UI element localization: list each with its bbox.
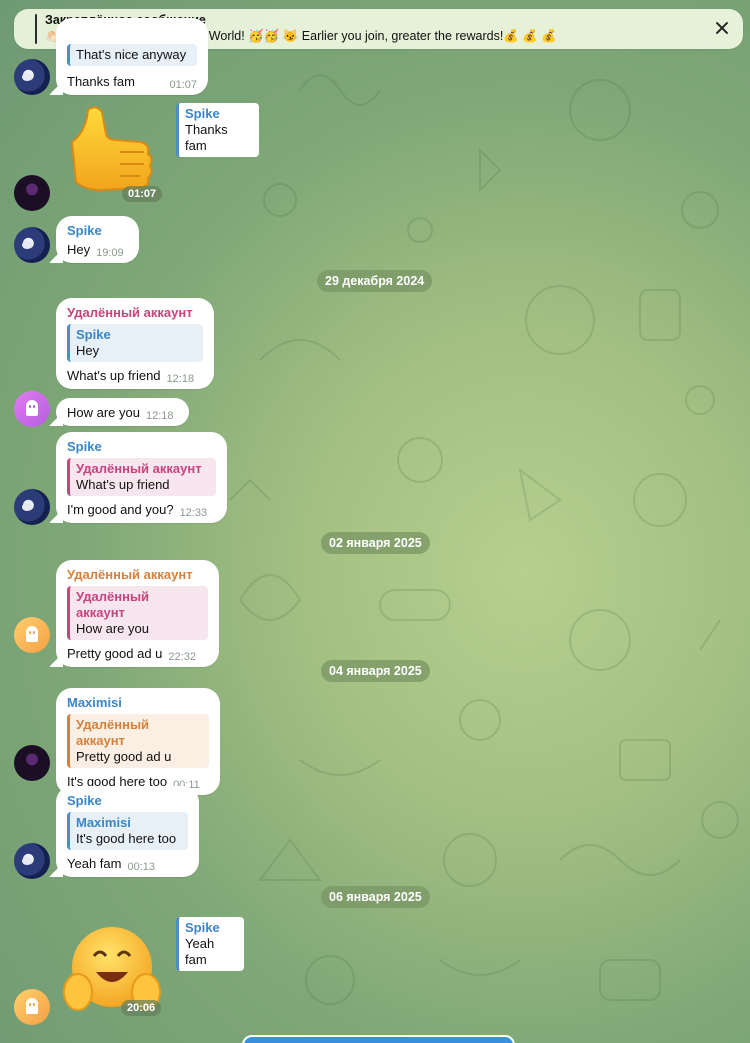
reply-text: It's good here too — [76, 831, 177, 846]
sender-name[interactable]: Удалённый аккаунт — [67, 567, 208, 582]
reply-text: Yeah fam — [185, 936, 215, 967]
reply-text: Pretty good ad u — [76, 749, 172, 764]
ghost-icon — [26, 998, 38, 1014]
message-time: 22:32 — [168, 651, 196, 663]
message-time: 19:09 — [96, 247, 124, 259]
reply-quote[interactable]: Spike Thanks fam — [176, 103, 259, 157]
thumbs-up-icon — [70, 106, 153, 192]
avatar[interactable] — [14, 617, 50, 653]
date-separator: 29 декабря 2024 — [317, 270, 433, 292]
message-text: Thanks fam — [67, 74, 135, 89]
message-text: Hey — [67, 242, 91, 257]
message-time: 12:18 — [145, 410, 174, 422]
sender-name[interactable]: Spike — [67, 793, 188, 808]
date-separator: 06 января 2025 — [321, 886, 430, 908]
reply-sender: Maximisi — [76, 815, 131, 830]
sticker-time: 20:06 — [121, 1000, 162, 1016]
message-text: How are you — [67, 405, 140, 420]
thumbs-up-sticker[interactable] — [58, 102, 158, 194]
reply-text: How are you — [76, 621, 149, 636]
sender-name[interactable]: Spike — [67, 223, 128, 238]
reply-quote[interactable]: Удалённый аккаунт What's up friend — [67, 458, 216, 496]
message-text: Pretty good ad u — [67, 646, 163, 661]
scroll-down-button[interactable] — [242, 1035, 515, 1043]
reply-text: Thanks fam — [185, 122, 228, 153]
sender-name[interactable]: Maximisi — [67, 695, 209, 710]
message-bubble[interactable]: That's nice anyway Thanks fam 01:07 — [56, 18, 208, 95]
date-separator: 04 января 2025 — [321, 660, 430, 682]
date-separator: 02 января 2025 — [321, 532, 430, 554]
message-bubble[interactable]: Spike Maximisi It's good here too Yeah f… — [56, 786, 199, 877]
message-text: Yeah fam — [67, 856, 122, 871]
reply-quote[interactable]: That's nice anyway — [67, 44, 197, 66]
pinned-indicator — [35, 14, 37, 44]
ghost-icon — [26, 400, 38, 416]
reply-text: That's nice anyway — [76, 47, 187, 62]
reply-quote[interactable]: Spike Yeah fam — [176, 917, 244, 971]
message-time: 00:13 — [127, 861, 155, 873]
message-time: 12:18 — [166, 373, 195, 385]
reply-quote[interactable]: Удалённый аккаунт How are you — [67, 586, 208, 640]
reply-sender: Удалённый аккаунт — [76, 717, 150, 748]
avatar[interactable] — [14, 843, 50, 879]
avatar[interactable] — [14, 989, 50, 1025]
sender-name[interactable]: Spike — [67, 439, 216, 454]
reply-text: Hey — [76, 343, 100, 358]
sticker-time: 01:07 — [122, 186, 163, 202]
avatar[interactable] — [14, 391, 50, 427]
reply-sender: Spike — [76, 327, 111, 342]
reply-sender: Удалённый аккаунт — [76, 461, 202, 476]
reply-sender: Spike — [185, 106, 220, 121]
avatar[interactable] — [14, 227, 50, 263]
message-bubble[interactable]: Maximisi Удалённый аккаунт Pretty good a… — [56, 688, 220, 795]
close-icon[interactable] — [714, 20, 730, 36]
message-bubble[interactable]: Удалённый аккаунт Удалённый аккаунт How … — [56, 560, 219, 667]
avatar[interactable] — [14, 745, 50, 781]
message-time: 01:07 — [169, 79, 197, 91]
avatar[interactable] — [14, 175, 50, 211]
message-text: I'm good and you? — [67, 502, 174, 517]
message-time: 12:33 — [179, 507, 208, 519]
sender-name[interactable]: Удалённый аккаунт — [67, 305, 203, 320]
message-bubble[interactable]: Удалённый аккаунт Spike Hey What's up fr… — [56, 298, 214, 389]
reply-text: What's up friend — [76, 477, 170, 492]
message-bubble[interactable]: Spike Hey 19:09 — [56, 216, 139, 263]
avatar[interactable] — [14, 489, 50, 525]
reply-sender: Spike — [185, 920, 220, 935]
reply-sender: Удалённый аккаунт — [76, 589, 150, 620]
message-bubble[interactable]: How are you 12:18 — [56, 398, 189, 426]
avatar[interactable] — [14, 59, 50, 95]
reply-quote[interactable]: Maximisi It's good here too — [67, 812, 188, 850]
ghost-icon — [26, 626, 38, 642]
reply-quote[interactable]: Spike Hey — [67, 324, 203, 362]
message-bubble[interactable]: Spike Удалённый аккаунт What's up friend… — [56, 432, 227, 523]
message-text: What's up friend — [67, 368, 161, 383]
reply-quote[interactable]: Удалённый аккаунт Pretty good ad u — [67, 714, 209, 768]
